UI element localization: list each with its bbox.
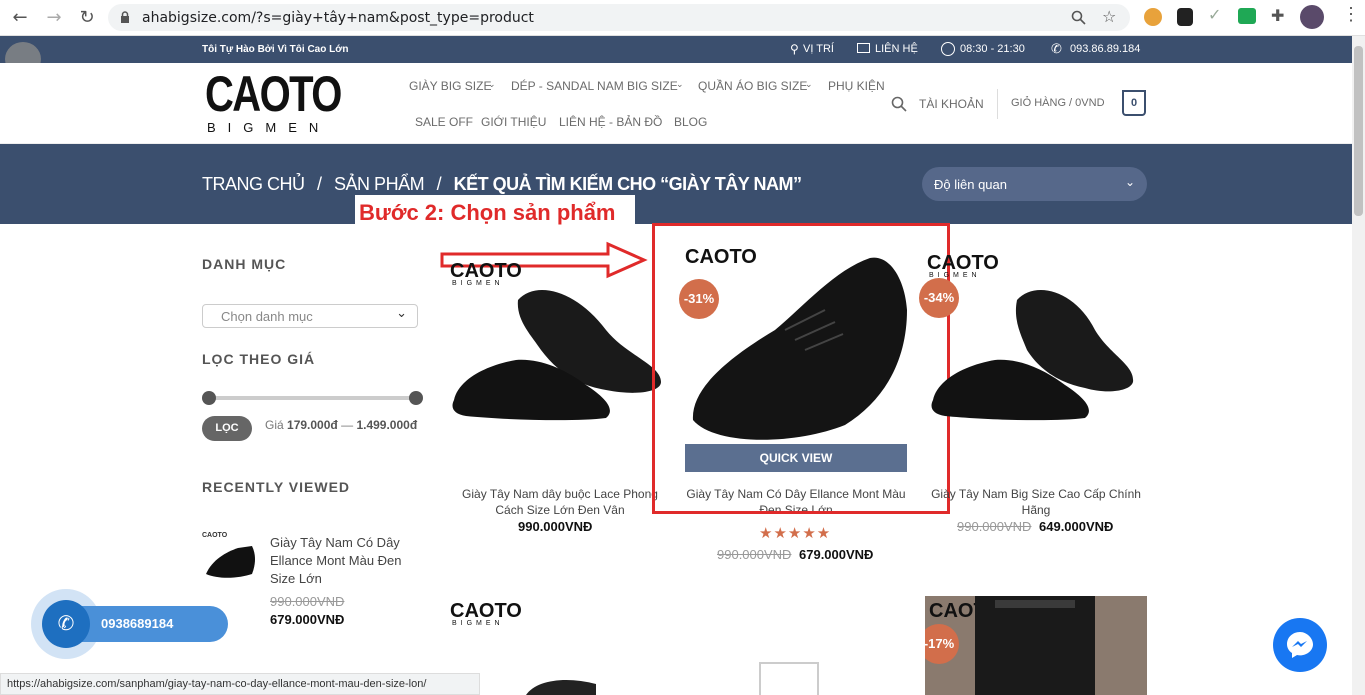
cart-link[interactable]: GIỎ HÀNG / 0VND xyxy=(1011,97,1105,109)
clock-icon xyxy=(941,42,955,56)
contact-link[interactable]: LIÊN HỆ xyxy=(875,43,918,55)
placeholder-image xyxy=(759,662,819,695)
category-heading: DANH MỤC xyxy=(202,256,287,272)
star-icon[interactable]: ☆ xyxy=(1102,7,1116,26)
check-icon[interactable]: ✓ xyxy=(1208,5,1221,25)
mail-icon xyxy=(857,43,870,53)
product-price: 679.000VNĐ xyxy=(799,547,874,562)
extension-icon[interactable] xyxy=(1238,8,1256,24)
page-banner: TRANG CHỦ / SẢN PHẨM / KẾT QUẢ TÌM KIẾM … xyxy=(0,144,1352,224)
search-icon[interactable] xyxy=(1071,10,1086,25)
nav-quan-ao[interactable]: QUẦN ÁO BIG SIZE xyxy=(698,79,807,93)
cart-count[interactable]: 0 xyxy=(1122,90,1146,116)
product-card[interactable]: CAOTO BIGMEN Giày Tây Nam dây buộc Lace … xyxy=(446,240,668,534)
product-card[interactable]: CAOTO BIGMEN -34% Giày Tây Nam Big Size … xyxy=(919,240,1147,534)
product-title[interactable]: Giày Tây Nam dây buộc Lace Phong Cách Si… xyxy=(452,486,668,518)
nav-dep-sandal[interactable]: DÉP - SANDAL NAM BIG SIZE xyxy=(511,79,678,93)
phone-icon: ✆ xyxy=(1051,41,1062,56)
product-price: 649.000VNĐ xyxy=(1039,519,1114,534)
recently-viewed-heading: RECENTLY VIEWED xyxy=(202,479,351,495)
recent-product-old-price: 990.000VNĐ xyxy=(270,594,345,609)
status-bar-url: https://ahabigsize.com/sanpham/giay-tay-… xyxy=(0,673,480,695)
price-filter-heading: LỌC THEO GIÁ xyxy=(202,351,316,367)
messenger-icon[interactable] xyxy=(1273,618,1327,672)
recent-product-price: 679.000VNĐ xyxy=(270,612,345,627)
forward-icon[interactable]: → xyxy=(42,6,66,30)
product-old-price: 990.000VNĐ xyxy=(717,547,792,562)
product-price: 990.000VNĐ xyxy=(518,519,593,534)
recent-product-image[interactable]: CAOTO xyxy=(202,532,258,584)
step-annotation: Bước 2: Chọn sản phẩm xyxy=(355,195,635,229)
belt-image xyxy=(995,600,1075,608)
filter-button[interactable]: LỌC xyxy=(202,416,252,441)
shoe-image xyxy=(526,679,596,695)
logo[interactable]: CAOTO xyxy=(205,65,342,123)
puzzle-icon[interactable]: ✚ xyxy=(1271,6,1284,25)
nav-phu-kien[interactable]: PHỤ KIỆN xyxy=(828,79,885,93)
breadcrumb-current: KẾT QUẢ TÌM KIẾM CHO “GIÀY TÂY NAM” xyxy=(453,174,802,194)
product-card[interactable] xyxy=(685,596,907,695)
logo-sub: BIGMEN xyxy=(207,120,331,135)
extension-icon[interactable] xyxy=(1177,8,1193,26)
price-slider-track xyxy=(208,396,416,400)
phone-icon[interactable]: ✆ xyxy=(42,600,90,648)
avatar[interactable] xyxy=(1300,5,1324,29)
scrollbar[interactable] xyxy=(1352,36,1365,695)
discount-badge: -34% xyxy=(919,278,959,318)
pin-icon: ⚲ xyxy=(790,42,799,56)
rating-stars: ★★★★★ xyxy=(759,525,832,542)
url-text: ahabigsize.com/?s=giày+tây+nam&post_type… xyxy=(142,10,534,26)
chevron-down-icon: ⌄ xyxy=(1124,175,1135,189)
product-old-price: 990.000VNĐ xyxy=(957,519,1032,534)
product-card[interactable]: CAOTO -17% xyxy=(925,596,1147,695)
site-header: CAOTO BIGMEN GIÀY BIG SIZE ⌄ DÉP - SANDA… xyxy=(0,63,1352,144)
reload-icon[interactable]: ↻ xyxy=(75,6,99,30)
recent-product-title[interactable]: Giày Tây Nam Có Dây Ellance Mont Màu Đen… xyxy=(270,534,420,588)
selection-highlight-box xyxy=(652,223,950,514)
slogan: Tôi Tự Hào Bởi Vì Tôi Cao Lớn xyxy=(202,44,349,55)
menu-icon[interactable]: ⋮ xyxy=(1342,4,1360,25)
breadcrumb-home[interactable]: TRANG CHỦ xyxy=(202,174,305,194)
price-range-label: Giá 179.000đ — 1.499.000đ xyxy=(265,418,418,432)
address-bar[interactable]: ahabigsize.com/?s=giày+tây+nam&post_type… xyxy=(108,4,1130,31)
extension-icon[interactable] xyxy=(1144,8,1162,26)
nav-giay-big-size[interactable]: GIÀY BIG SIZE xyxy=(409,79,491,93)
nav-sale-off[interactable]: SALE OFF xyxy=(415,115,473,129)
product-title[interactable]: Giày Tây Nam Big Size Cao Cấp Chính Hãng xyxy=(925,486,1147,518)
price-slider-min-handle[interactable] xyxy=(202,391,216,405)
price-slider-max-handle[interactable] xyxy=(409,391,423,405)
nav-blog[interactable]: BLOG xyxy=(674,115,707,129)
phone-link[interactable]: 093.86.89.184 xyxy=(1070,43,1140,55)
category-select[interactable]: Chọn danh mục ⌄ xyxy=(202,304,418,328)
top-bar: Tôi Tự Hào Bởi Vì Tôi Cao Lớn ⚲ VỊ TRÍ L… xyxy=(0,36,1352,63)
account-link[interactable]: TÀI KHOẢN xyxy=(919,97,984,111)
sort-select[interactable]: Độ liên quan ⌄ xyxy=(922,167,1147,201)
shoe-image xyxy=(452,290,661,421)
breadcrumb-products[interactable]: SẢN PHẨM xyxy=(334,174,425,194)
search-icon[interactable] xyxy=(891,96,907,112)
breadcrumb: TRANG CHỦ / SẢN PHẨM / KẾT QUẢ TÌM KIẾM … xyxy=(202,174,802,194)
nav-gioi-thieu[interactable]: GIỚI THIỆU xyxy=(481,115,546,129)
call-number[interactable]: 0938689184 xyxy=(101,616,173,631)
pants-image xyxy=(975,596,1095,695)
browser-toolbar: ← → ↻ ahabigsize.com/?s=giày+tây+nam&pos… xyxy=(0,0,1365,36)
location-link[interactable]: VỊ TRÍ xyxy=(803,43,834,55)
hours-text: 08:30 - 21:30 xyxy=(960,43,1025,55)
back-icon[interactable]: ← xyxy=(8,6,32,30)
chevron-down-icon: ⌄ xyxy=(396,305,407,320)
discount-badge: -17% xyxy=(925,624,959,664)
nav-lien-he[interactable]: LIÊN HỆ - BẢN ĐỒ xyxy=(559,115,662,129)
lock-icon xyxy=(121,11,129,23)
